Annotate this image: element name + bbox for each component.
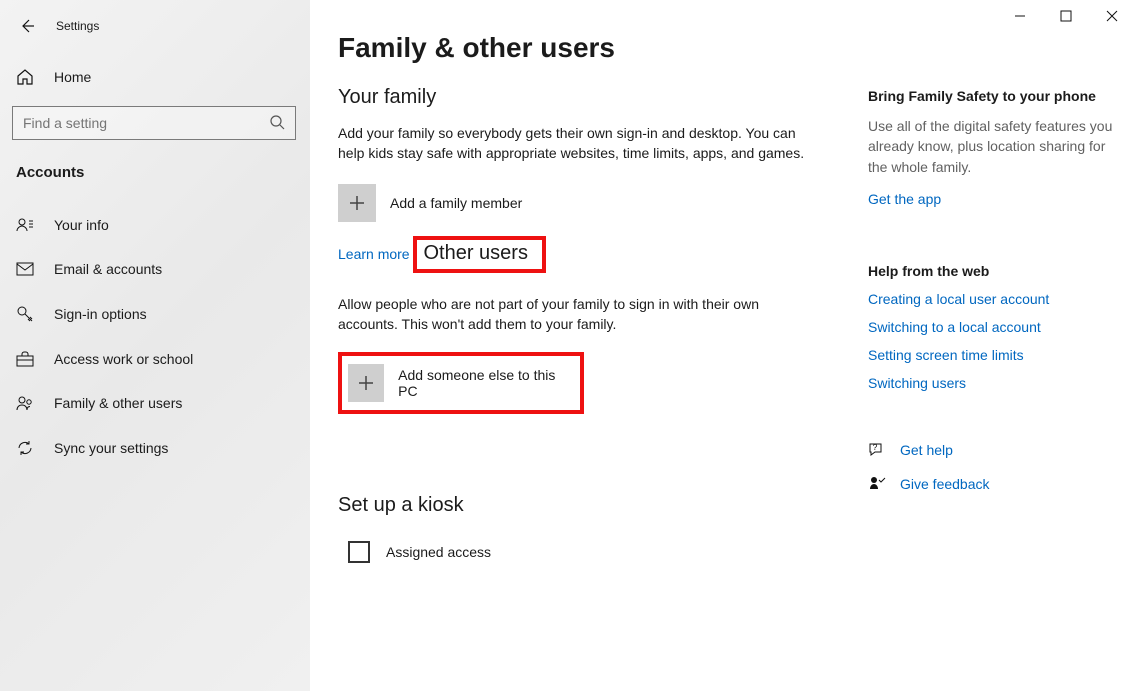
family-safety-heading: Bring Family Safety to your phone xyxy=(868,88,1128,104)
mail-icon xyxy=(16,262,36,276)
get-help-button[interactable]: ? Get help xyxy=(868,441,1128,459)
give-feedback-button[interactable]: Give feedback xyxy=(868,475,1128,493)
give-feedback-label: Give feedback xyxy=(900,476,990,492)
person-icon xyxy=(16,217,36,233)
sidebar-nav: Your info Email & accounts Sign-in optio… xyxy=(0,203,310,471)
sidebar-item-label: Email & accounts xyxy=(54,261,162,277)
sidebar-item-family[interactable]: Family & other users xyxy=(0,381,310,425)
app-title: Settings xyxy=(56,19,99,33)
sync-icon xyxy=(16,439,36,457)
home-label: Home xyxy=(54,69,91,85)
add-someone-label: Add someone else to this PC xyxy=(398,367,570,399)
home-icon xyxy=(16,68,36,86)
other-users-heading: Other users xyxy=(423,242,527,265)
assigned-access-label: Assigned access xyxy=(386,544,491,560)
sidebar-item-label: Sync your settings xyxy=(54,440,168,456)
sidebar-item-label: Your info xyxy=(54,217,109,233)
get-help-label: Get help xyxy=(900,442,953,458)
key-icon xyxy=(16,305,36,323)
help-link-screen-time[interactable]: Setting screen time limits xyxy=(868,347,1128,363)
help-icon: ? xyxy=(868,441,888,459)
briefcase-icon xyxy=(16,351,36,367)
sidebar: Settings Home Accounts Your info xyxy=(0,0,310,691)
feedback-icon xyxy=(868,475,888,493)
search-input[interactable] xyxy=(23,115,269,131)
sidebar-item-label: Sign-in options xyxy=(54,306,147,322)
kiosk-icon xyxy=(348,541,370,563)
plus-icon xyxy=(348,364,384,402)
page-title: Family & other users xyxy=(338,32,1135,64)
highlight-other-users: Other users xyxy=(413,236,545,273)
sidebar-item-label: Access work or school xyxy=(54,351,193,367)
sidebar-item-signin[interactable]: Sign-in options xyxy=(0,291,310,337)
svg-text:?: ? xyxy=(873,443,878,452)
highlight-add-someone: Add someone else to this PC xyxy=(338,352,584,414)
sidebar-item-label: Family & other users xyxy=(54,395,182,411)
sidebar-item-sync[interactable]: Sync your settings xyxy=(0,425,310,471)
help-link-switching-users[interactable]: Switching users xyxy=(868,375,1128,391)
search-box[interactable] xyxy=(12,106,296,140)
sidebar-home[interactable]: Home xyxy=(0,56,310,98)
get-app-link[interactable]: Get the app xyxy=(868,191,941,207)
help-web-heading: Help from the web xyxy=(868,263,1128,279)
sidebar-section: Accounts xyxy=(0,150,310,193)
content-area: Family & other users Your family Add you… xyxy=(310,0,1135,691)
people-icon xyxy=(16,395,36,411)
your-family-heading: Your family xyxy=(338,86,808,109)
add-family-label: Add a family member xyxy=(390,195,522,211)
other-users-desc: Allow people who are not part of your fa… xyxy=(338,294,808,335)
add-family-member-button[interactable]: Add a family member xyxy=(338,182,808,224)
back-button[interactable] xyxy=(12,11,42,41)
learn-more-link[interactable]: Learn more xyxy=(338,246,410,262)
kiosk-heading: Set up a kiosk xyxy=(338,494,808,517)
close-button[interactable] xyxy=(1089,0,1135,32)
sidebar-item-email[interactable]: Email & accounts xyxy=(0,247,310,291)
sidebar-item-your-info[interactable]: Your info xyxy=(0,203,310,247)
help-link-local-user[interactable]: Creating a local user account xyxy=(868,291,1128,307)
maximize-button[interactable] xyxy=(1043,0,1089,32)
add-someone-button[interactable]: Add someone else to this PC xyxy=(348,362,570,404)
family-safety-desc: Use all of the digital safety features y… xyxy=(868,116,1128,177)
help-link-switch-local[interactable]: Switching to a local account xyxy=(868,319,1128,335)
your-family-desc: Add your family so everybody gets their … xyxy=(338,123,808,164)
minimize-button[interactable] xyxy=(997,0,1043,32)
sidebar-item-work[interactable]: Access work or school xyxy=(0,337,310,381)
assigned-access-button[interactable]: Assigned access xyxy=(338,541,808,563)
search-icon xyxy=(269,114,285,133)
plus-icon xyxy=(338,184,376,222)
